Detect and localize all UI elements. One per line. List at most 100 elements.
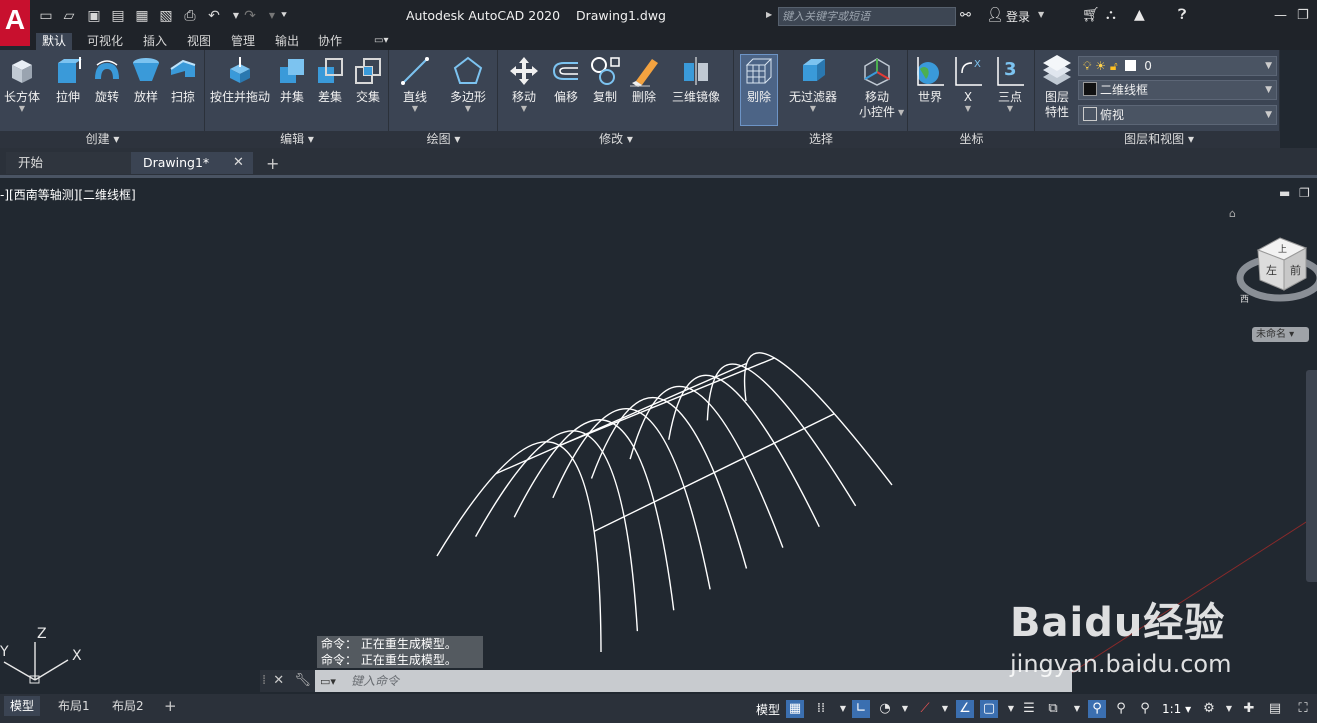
lineweight-icon[interactable]: ☰ [1020,700,1038,718]
ribbon-toggle-icon[interactable]: ▭▾ [374,35,388,46]
offset-tool[interactable]: 偏移 [548,55,584,105]
restore-icon[interactable]: ❐ [1297,8,1309,23]
command-input[interactable]: 键入命令 [315,670,1072,692]
modify-panel-title[interactable]: 修改 ▾ [498,131,734,148]
print-icon[interactable]: ⎙ [182,8,198,24]
annotation-visibility-icon[interactable]: ⚲ [1088,700,1106,718]
draw-panel-title[interactable]: 绘图 ▾ [389,131,498,148]
customize-qat-icon[interactable]: ⯆ [276,8,292,24]
minimize-icon[interactable]: — [1274,8,1287,23]
ucs-menu-dropdown[interactable]: 未命名 ▾ [1252,327,1309,342]
polygon-tool[interactable]: 多边形 ▼ [446,55,490,113]
close-command-icon[interactable]: ✕ [273,673,284,688]
snap-icon[interactable]: ⁞⁞ [812,700,830,718]
extrude-tool[interactable]: 拉伸 [50,55,86,105]
annotation-scale-icon[interactable]: ⚲ [1136,700,1154,718]
coordinates-panel-title[interactable]: 坐标 [908,131,1035,148]
auto-scale-icon[interactable]: ⚲ [1112,700,1130,718]
application-menu-button[interactable]: A [0,0,30,46]
loft-tool[interactable]: 放样 [128,55,164,105]
command-recent-icon[interactable]: ▭▾ [320,675,336,688]
line-tool[interactable]: 直线 ▼ [396,55,434,113]
close-tab-icon[interactable]: ✕ [233,155,244,170]
world-ucs-tool[interactable]: 世界 [912,55,948,105]
tab-default[interactable]: 默认 [36,33,73,50]
polar-dropdown-icon[interactable]: ▼ [896,700,914,718]
tab-manage[interactable]: 管理 [225,33,261,50]
help-icon[interactable]: ❓︎ [1178,7,1186,23]
save-icon[interactable]: ▣ [86,8,102,24]
open-file-icon[interactable]: ▱ [61,8,77,24]
cart-icon[interactable]: 🛒︎ [1082,7,1100,23]
mirror3d-tool[interactable]: 三维镜像 [668,55,724,105]
layout-tab-model[interactable]: 模型 [4,696,41,716]
user-icon[interactable]: 👤︎ [986,7,1004,23]
viewcube[interactable]: 上 左 前 西 [1232,232,1317,307]
wrench-icon[interactable]: 🔧︎ [294,673,311,688]
three-point-ucs-tool[interactable]: 3 三点 ▼ [992,55,1028,113]
tab-collaborate[interactable]: 协作 [312,33,348,50]
add-layout-icon[interactable]: + [164,697,177,715]
open-web-icon[interactable]: ▦ [134,8,150,24]
binoculars-icon[interactable]: ⚯ [960,8,971,23]
tab-insert[interactable]: 插入 [137,33,173,50]
layers-panel-title[interactable]: 图层和视图 ▾ [1035,131,1280,148]
union-tool[interactable]: 并集 [276,55,308,105]
login-link[interactable]: 登录 [1006,8,1030,25]
view-dropdown[interactable]: 俯视 ▼ [1078,105,1277,125]
erase-tool[interactable]: 删除 [626,55,662,105]
select-panel-title[interactable]: 选择 [734,131,908,148]
tab-output[interactable]: 输出 [269,33,305,50]
layout-tab-layout2[interactable]: 布局2 [106,696,150,716]
culling-tool[interactable]: 剔除 [740,55,778,105]
move-gizmo-tool[interactable]: 移动 小控件 [852,55,902,120]
sweep-tool[interactable]: 扫掠 [165,55,201,105]
layer-properties-tool[interactable]: 图层 特性 [1038,55,1076,120]
create-panel-title[interactable]: 创建 ▾ [0,131,205,148]
tab-visualize[interactable]: 可视化 [81,33,129,50]
search-input[interactable]: 键入关键字或短语 [778,7,956,26]
layout-tab-layout1[interactable]: 布局1 [52,696,96,716]
ortho-icon[interactable]: ∟ [852,700,870,718]
box-tool[interactable]: 长方体 ▼ [2,55,42,113]
scale-selector[interactable]: 1:1 ▾ [1162,702,1191,716]
connect-icon[interactable]: ⛬ [1106,7,1116,23]
home-view-icon[interactable]: ⌂ [1229,207,1236,220]
presspull-tool[interactable]: 按住并拖动 [208,55,272,105]
tab-view[interactable]: 视图 [181,33,217,50]
a360-icon[interactable]: ▲ [1134,7,1145,23]
intersect-tool[interactable]: 交集 [352,55,384,105]
polar-icon[interactable]: ◔ [876,700,894,718]
tab-start[interactable]: 开始 [6,152,131,174]
save-as-icon[interactable]: ▤ [110,8,126,24]
copy-tool[interactable]: 复制 [587,55,623,105]
object-snap-icon[interactable]: ▢ [980,700,998,718]
visual-style-dropdown[interactable]: 二维线框 ▼ [1078,80,1277,100]
isolate-icon[interactable]: ▤ [1266,700,1284,718]
drag-handle-icon[interactable]: ⁞ [262,673,266,688]
undo-icon[interactable]: ↶ [206,8,222,24]
layer-dropdown[interactable]: 💡︎ ☀ 🔓︎ 0 ▼ [1078,56,1277,76]
edit-panel-title[interactable]: 编辑 ▾ [205,131,389,148]
search-expand-icon[interactable]: ▶ [766,10,772,19]
login-dropdown-icon[interactable]: ▼ [1038,10,1044,19]
new-tab-icon[interactable]: + [266,154,279,173]
settings-icon[interactable]: ⚙ [1200,700,1218,718]
gizmo-dropdown-icon[interactable]: ▼ [898,108,904,117]
rotate-x-tool[interactable]: X X ▼ [950,55,986,113]
revolve-tool[interactable]: 旋转 [89,55,125,105]
object-snap-tracking-icon[interactable]: ∠ [956,700,974,718]
new-file-icon[interactable]: ▭ [38,8,54,24]
grid-icon[interactable]: ▦ [786,700,804,718]
fullscreen-icon[interactable]: ⛶ [1294,700,1312,718]
snap-dropdown-icon[interactable]: ▼ [834,700,852,718]
subtract-tool[interactable]: 差集 [314,55,346,105]
osnap-dropdown-icon[interactable]: ▼ [1002,700,1020,718]
move-tool[interactable]: 移动 ▼ [506,55,542,113]
settings-dropdown-icon[interactable]: ▼ [1220,700,1238,718]
add-icon[interactable]: ✚ [1240,700,1258,718]
model-space-button[interactable]: 模型 [756,701,780,718]
redo-icon[interactable]: ↷ [242,8,258,24]
no-filter-tool[interactable]: 无过滤器 ▼ [786,55,840,113]
isodraft-icon[interactable]: ⟋ [916,700,934,718]
